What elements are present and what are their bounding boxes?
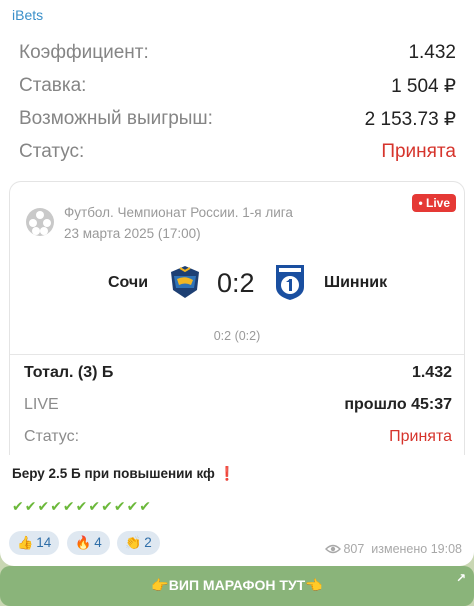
status-value: Принята xyxy=(389,428,452,445)
vip-marathon-button[interactable]: 👉ВИП МАРАФОН ТУТ👈 ↗ xyxy=(0,566,474,606)
reaction-fire[interactable]: 🔥 4 xyxy=(67,531,110,555)
summary-label: Статус: xyxy=(19,141,85,162)
home-team: Сочи xyxy=(108,274,149,291)
reaction-clap[interactable]: 👏 2 xyxy=(117,531,160,555)
bet-odds: 1.432 xyxy=(411,364,452,381)
summary-value: 2 153.73 ₽ xyxy=(364,109,456,130)
status-row: Статус: Принята xyxy=(10,428,464,450)
live-row: LIVE прошло 45:37 xyxy=(10,396,464,418)
vip-marathon-label: 👉ВИП МАРАФОН ТУТ👈 xyxy=(151,577,323,593)
elapsed-time: прошло 45:37 xyxy=(344,396,452,413)
match-date: 23 марта 2025 (17:00) xyxy=(64,226,201,241)
football-icon xyxy=(26,208,54,236)
divider xyxy=(10,354,464,355)
external-link-icon: ↗ xyxy=(455,571,466,585)
away-team-logo-icon xyxy=(276,265,304,300)
league-name: Футбол. Чемпионат России. 1-я лига xyxy=(64,205,293,220)
halftime-score: 0:2 (0:2) xyxy=(213,329,261,343)
summary-row-possible-win: Возможный выигрыш: 2 153.73 ₽ xyxy=(0,106,474,134)
message-meta: 807 изменено 19:08 xyxy=(325,542,462,556)
exclamation-icon: ❗ xyxy=(218,466,236,481)
thumbs-up-icon: 👍 xyxy=(17,535,34,550)
live-label: LIVE xyxy=(24,396,59,413)
bet-row: Тотал. (3) Б 1.432 xyxy=(10,364,464,386)
away-team: Шинник xyxy=(324,274,388,291)
bet-market: Тотал. (3) Б xyxy=(24,364,114,381)
edited-time: изменено 19:08 xyxy=(371,542,462,556)
reaction-count: 4 xyxy=(94,535,102,550)
fire-icon: 🔥 xyxy=(75,535,92,550)
summary-label: Ставка: xyxy=(19,75,87,96)
match-card[interactable]: Футбол. Чемпионат России. 1-я лига 23 ма… xyxy=(9,181,465,455)
summary-value: 1.432 xyxy=(408,42,456,63)
checkmarks-row: ✔✔✔✔✔✔✔✔✔✔✔ xyxy=(12,498,153,514)
message-text-body: Беру 2.5 Б при повышении кф xyxy=(12,466,215,481)
summary-row-status: Статус: Принята xyxy=(0,139,474,167)
home-team-logo-icon xyxy=(171,266,199,298)
reaction-thumbs-up[interactable]: 👍 14 xyxy=(9,531,60,555)
match-score: 0:2 xyxy=(217,268,255,298)
message-bubble: iBets Коэффициент: 1.432 Ставка: 1 504 ₽… xyxy=(0,0,474,566)
summary-label: Коэффициент: xyxy=(19,42,149,63)
message-text: Беру 2.5 Б при повышении кф ❗ xyxy=(12,466,235,482)
view-count: 807 xyxy=(343,542,365,556)
sender-name[interactable]: iBets xyxy=(12,7,43,23)
summary-row-stake: Ставка: 1 504 ₽ xyxy=(0,73,474,101)
reaction-count: 14 xyxy=(36,535,52,550)
summary-label: Возможный выигрыш: xyxy=(19,108,213,129)
clap-icon: 👏 xyxy=(125,535,142,550)
summary-row-odds: Коэффициент: 1.432 xyxy=(0,40,474,68)
status-value: Принята xyxy=(381,141,456,162)
eye-icon xyxy=(325,544,342,554)
reaction-count: 2 xyxy=(144,535,152,550)
summary-value: 1 504 ₽ xyxy=(391,76,456,97)
live-badge: • Live xyxy=(412,194,456,212)
status-label: Статус: xyxy=(24,428,80,445)
